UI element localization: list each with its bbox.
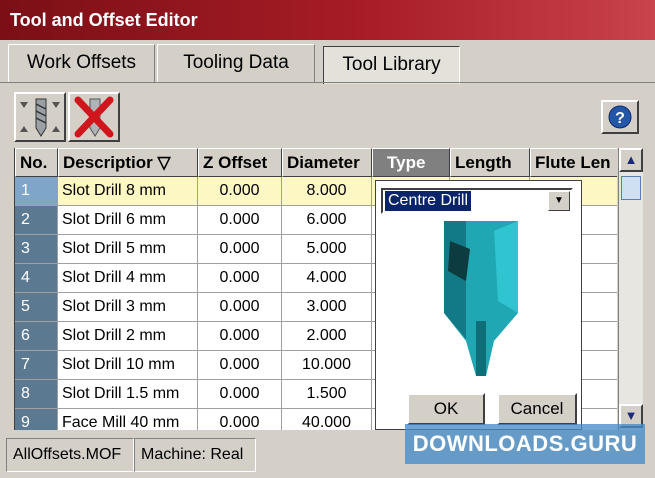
row-z-offset[interactable]: 0.000 — [198, 322, 282, 351]
col-header-length[interactable]: Length — [450, 148, 530, 177]
row-number[interactable]: 6 — [15, 322, 58, 351]
tab-work-offsets[interactable]: Work Offsets — [8, 44, 155, 82]
row-diameter[interactable]: 6.000 — [282, 206, 372, 235]
drill-bit-icon — [20, 98, 60, 137]
row-diameter[interactable]: 40.000 — [282, 409, 372, 430]
row-number[interactable]: 2 — [15, 206, 58, 235]
window-title: Tool and Offset Editor — [10, 10, 198, 30]
chevron-down-icon[interactable]: ▼ — [548, 191, 570, 211]
red-x-delete-icon — [74, 96, 114, 138]
row-number[interactable]: 9 — [15, 409, 58, 430]
row-z-offset[interactable]: 0.000 — [198, 351, 282, 380]
watermark-text: DOWNLOADS — [412, 431, 564, 456]
col-header-diameter[interactable]: Diameter — [282, 148, 372, 177]
col-header-no[interactable]: No. — [15, 148, 58, 177]
tool-type-popup: Centre Drill ▼ OK Cancel — [375, 180, 582, 430]
vertical-scrollbar[interactable]: ▲ ▼ — [618, 148, 643, 430]
centre-drill-3d-icon — [444, 221, 518, 376]
row-diameter[interactable]: 8.000 — [282, 177, 372, 206]
col-header-type[interactable]: Type — [372, 148, 450, 177]
help-button[interactable]: ? — [601, 100, 639, 134]
tab-bar: Work Offsets Tooling Data Tool Library — [0, 40, 655, 84]
row-number[interactable]: 4 — [15, 264, 58, 293]
row-description[interactable]: Slot Drill 8 mm — [58, 177, 198, 206]
row-description[interactable]: Slot Drill 1.5 mm — [58, 380, 198, 409]
row-z-offset[interactable]: 0.000 — [198, 235, 282, 264]
row-description[interactable]: Slot Drill 10 mm — [58, 351, 198, 380]
status-machine: Machine: Real — [134, 438, 256, 472]
status-file: AllOffsets.MOF — [6, 438, 134, 472]
row-diameter[interactable]: 5.000 — [282, 235, 372, 264]
row-z-offset[interactable]: 0.000 — [198, 206, 282, 235]
row-z-offset[interactable]: 0.000 — [198, 293, 282, 322]
scroll-thumb[interactable] — [621, 176, 641, 200]
tab-divider — [0, 82, 655, 83]
ok-button[interactable]: OK — [407, 393, 485, 425]
row-number[interactable]: 7 — [15, 351, 58, 380]
watermark: DOWNLOADS.GURU — [405, 424, 645, 464]
row-description[interactable]: Slot Drill 5 mm — [58, 235, 198, 264]
row-diameter[interactable]: 10.000 — [282, 351, 372, 380]
col-header-description[interactable]: Descriptior ▽ — [58, 148, 198, 177]
tab-tooling-data[interactable]: Tooling Data — [157, 44, 315, 82]
tool-type-select[interactable]: Centre Drill ▼ — [381, 188, 573, 214]
add-tool-button[interactable] — [14, 92, 66, 142]
row-description[interactable]: Slot Drill 3 mm — [58, 293, 198, 322]
svg-text:?: ? — [615, 110, 625, 127]
row-number[interactable]: 3 — [15, 235, 58, 264]
col-header-z-offset[interactable]: Z Offset — [198, 148, 282, 177]
row-description[interactable]: Slot Drill 4 mm — [58, 264, 198, 293]
row-z-offset[interactable]: 0.000 — [198, 264, 282, 293]
title-bar: Tool and Offset Editor — [0, 0, 655, 40]
scroll-up-icon[interactable]: ▲ — [619, 148, 643, 172]
watermark-suffix: .GURU — [563, 431, 638, 456]
help-question-icon: ? — [608, 105, 632, 129]
delete-tool-button[interactable] — [68, 92, 120, 142]
cancel-button[interactable]: Cancel — [497, 393, 577, 425]
tab-tool-library[interactable]: Tool Library — [323, 46, 460, 84]
row-description[interactable]: Slot Drill 2 mm — [58, 322, 198, 351]
col-header-flute-length[interactable]: Flute Len — [530, 148, 617, 177]
row-z-offset[interactable]: 0.000 — [198, 409, 282, 430]
row-diameter[interactable]: 2.000 — [282, 322, 372, 351]
row-diameter[interactable]: 1.500 — [282, 380, 372, 409]
row-diameter[interactable]: 4.000 — [282, 264, 372, 293]
tool-type-value: Centre Drill — [385, 191, 472, 211]
row-number[interactable]: 5 — [15, 293, 58, 322]
row-z-offset[interactable]: 0.000 — [198, 380, 282, 409]
row-description[interactable]: Slot Drill 6 mm — [58, 206, 198, 235]
row-diameter[interactable]: 3.000 — [282, 293, 372, 322]
row-number[interactable]: 1 — [15, 177, 58, 206]
row-description[interactable]: Face Mill 40 mm — [58, 409, 198, 430]
row-z-offset[interactable]: 0.000 — [198, 177, 282, 206]
row-number[interactable]: 8 — [15, 380, 58, 409]
